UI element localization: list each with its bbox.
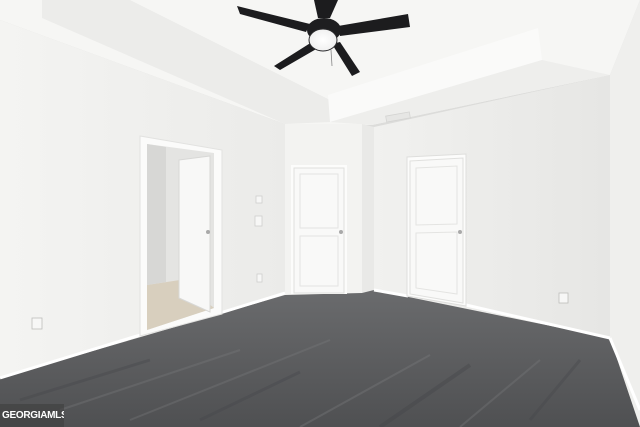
- closet-door: [293, 167, 345, 294]
- second-door-knob: [458, 230, 462, 234]
- bathroom-door: [178, 155, 211, 313]
- center-wall-side: [362, 124, 374, 293]
- outlet-left: [31, 317, 43, 330]
- room-scene: [0, 0, 640, 427]
- outlet-center: [256, 273, 263, 283]
- bedroom-photo: GEORGIAMLS: [0, 0, 640, 427]
- light-switch: [254, 215, 263, 227]
- thermostat: [255, 195, 263, 204]
- mls-watermark: GEORGIAMLS: [0, 404, 64, 427]
- bathroom-wall-shadow: [147, 144, 166, 285]
- fan-light-icon: [308, 28, 338, 52]
- watermark-text: GEORGIAMLS: [2, 410, 64, 421]
- bathroom-door-knob: [206, 230, 210, 234]
- closet-door-knob: [339, 230, 343, 234]
- second-door: [409, 157, 464, 304]
- outlet-right: [558, 292, 569, 304]
